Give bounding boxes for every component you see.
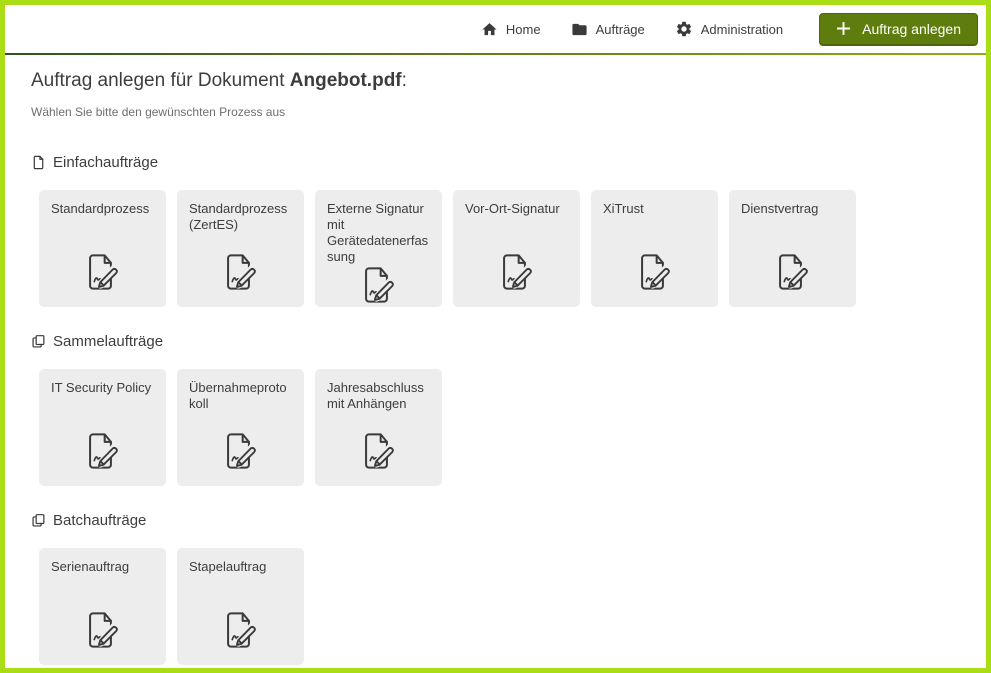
plus-icon — [836, 21, 851, 36]
signature-document-icon — [189, 430, 292, 474]
process-card[interactable]: Vor-Ort-Signatur — [453, 190, 580, 307]
file-icon — [31, 155, 46, 170]
signature-document-icon — [189, 609, 292, 653]
home-icon — [481, 21, 498, 38]
nav-item-label: Aufträge — [596, 22, 645, 37]
process-card-title: Stapelauftrag — [189, 559, 292, 575]
nav-item-label: Administration — [701, 22, 783, 37]
process-section: Sammelaufträge IT Security Policy Überna… — [31, 333, 960, 486]
page-title: Auftrag anlegen für Dokument Angebot.pdf… — [31, 70, 960, 92]
process-card[interactable]: Serienauftrag — [39, 548, 166, 665]
process-card-title: Standardprozess — [51, 201, 154, 217]
copy-icon — [31, 334, 46, 349]
section-header: Einfachaufträge — [31, 154, 960, 171]
process-card[interactable]: Externe Signatur mit Gerätedatenerfassun… — [315, 190, 442, 307]
process-card[interactable]: Übernahmeprotokoll — [177, 369, 304, 486]
signature-document-icon — [327, 264, 430, 308]
nav-item-administration[interactable]: Administration — [675, 20, 783, 38]
process-card[interactable]: Stapelauftrag — [177, 548, 304, 665]
section-header: Sammelaufträge — [31, 333, 960, 350]
copy-icon — [31, 513, 46, 528]
process-card-grid: Standardprozess Standardprozess (ZertES) — [39, 190, 960, 307]
process-card-title: Übernahmeprotokoll — [189, 380, 292, 412]
process-section: Einfachaufträge Standardprozess Standard… — [31, 154, 960, 307]
process-card[interactable]: Standardprozess — [39, 190, 166, 307]
gear-icon — [675, 20, 693, 38]
process-card-title: XiTrust — [603, 201, 706, 217]
signature-document-icon — [51, 609, 154, 653]
document-name: Angebot.pdf — [290, 70, 402, 91]
process-card[interactable]: Standardprozess (ZertES) — [177, 190, 304, 307]
process-section: Batchaufträge Serienauftrag Stapelauftra… — [31, 512, 960, 665]
process-card[interactable]: XiTrust — [591, 190, 718, 307]
signature-document-icon — [327, 430, 430, 474]
top-navigation-bar: Home Aufträge Administration Auftrag anl… — [5, 5, 986, 53]
process-card-title: Dienstvertrag — [741, 201, 844, 217]
process-card-grid: Serienauftrag Stapelauftrag — [39, 548, 960, 665]
page-title-suffix: : — [402, 70, 407, 91]
process-card[interactable]: IT Security Policy — [39, 369, 166, 486]
process-card-title: Serienauftrag — [51, 559, 154, 575]
folder-icon — [571, 21, 588, 38]
create-order-button[interactable]: Auftrag anlegen — [819, 13, 978, 46]
process-card[interactable]: Jahresabschluss mit Anhängen — [315, 369, 442, 486]
process-card-title: Vor-Ort-Signatur — [465, 201, 568, 217]
page-subtitle: Wählen Sie bitte den gewünschten Prozess… — [31, 105, 960, 119]
signature-document-icon — [465, 251, 568, 295]
process-card-title: Externe Signatur mit Gerätedatenerfassun… — [327, 201, 430, 264]
nav-item-label: Home — [506, 22, 541, 37]
signature-document-icon — [603, 251, 706, 295]
signature-document-icon — [189, 251, 292, 295]
signature-document-icon — [741, 251, 844, 295]
process-card-grid: IT Security Policy Übernahmeprotokoll — [39, 369, 960, 486]
nav-item-auftraege[interactable]: Aufträge — [571, 21, 645, 38]
section-label: Einfachaufträge — [53, 154, 158, 171]
nav-item-home[interactable]: Home — [481, 21, 541, 38]
section-label: Batchaufträge — [53, 512, 146, 529]
process-card-title: Jahresabschluss mit Anhängen — [327, 380, 430, 412]
app-window: Home Aufträge Administration Auftrag anl… — [0, 0, 991, 673]
main-content: Auftrag anlegen für Dokument Angebot.pdf… — [5, 55, 986, 668]
sections: Einfachaufträge Standardprozess Standard… — [31, 154, 960, 665]
signature-document-icon — [51, 430, 154, 474]
signature-document-icon — [51, 251, 154, 295]
section-label: Sammelaufträge — [53, 333, 163, 350]
process-card-title: IT Security Policy — [51, 380, 154, 396]
process-card[interactable]: Dienstvertrag — [729, 190, 856, 307]
page-title-prefix: Auftrag anlegen für Dokument — [31, 70, 290, 91]
section-header: Batchaufträge — [31, 512, 960, 529]
process-card-title: Standardprozess (ZertES) — [189, 201, 292, 233]
create-order-button-label: Auftrag anlegen — [862, 21, 961, 37]
